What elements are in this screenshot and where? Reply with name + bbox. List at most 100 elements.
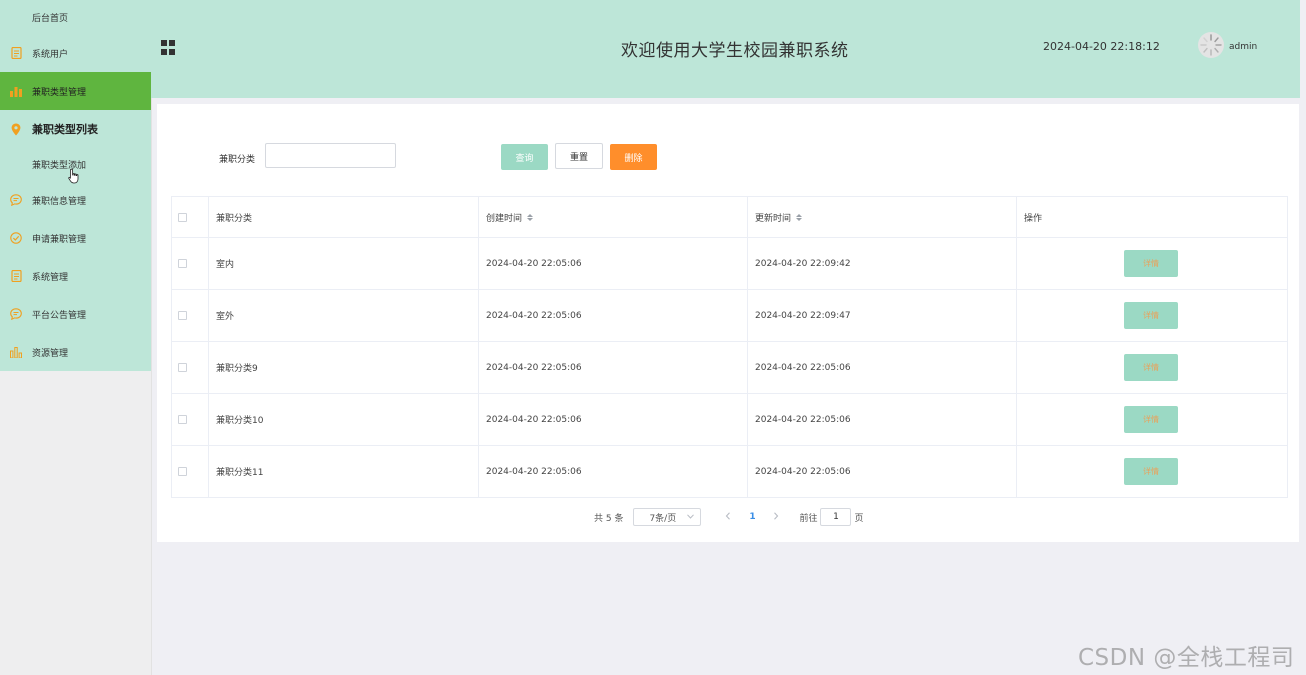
sidebar-item-label: 申请兼职管理 bbox=[32, 234, 87, 245]
current-datetime: 2024-04-20 22:18:12 bbox=[1043, 40, 1160, 53]
sidebar: 后台首页 系统用户 兼职类型管理 兼职类型列表 兼职类型添加 兼职信息管理 申请… bbox=[0, 0, 152, 675]
category-table: 兼职分类 创建时间 更新时间 操作 室内 2024-04-20 22:05:06… bbox=[171, 196, 1288, 498]
sidebar-item-home[interactable]: 后台首页 bbox=[0, 0, 151, 34]
document-icon bbox=[9, 269, 23, 283]
username[interactable]: admin bbox=[1229, 42, 1257, 52]
actions-cell: 详情 bbox=[1017, 342, 1287, 393]
goto-page-input[interactable]: 1 bbox=[820, 508, 852, 526]
category-cell: 室内 bbox=[209, 238, 479, 289]
sidebar-item-resource-management[interactable]: 资源管理 bbox=[0, 333, 151, 371]
sidebar-item-label: 平台公告管理 bbox=[32, 310, 87, 321]
row-checkbox[interactable] bbox=[178, 259, 187, 268]
column-header-actions: 操作 bbox=[1017, 197, 1287, 237]
search-label: 兼职分类 bbox=[219, 155, 256, 165]
main-panel: 兼职分类 查询 重置 删除 兼职分类 创建时间 更新时间 操作 室内 2024-… bbox=[157, 104, 1299, 542]
column-header-updated[interactable]: 更新时间 bbox=[748, 197, 1017, 237]
column-header-label: 创建时间 bbox=[486, 213, 523, 224]
detail-button[interactable]: 详情 bbox=[1124, 354, 1178, 381]
actions-cell: 详情 bbox=[1017, 238, 1287, 289]
page-size-select[interactable]: 7条/页 bbox=[633, 508, 702, 526]
select-all-checkbox[interactable] bbox=[178, 212, 187, 222]
column-header-category: 兼职分类 bbox=[209, 197, 479, 237]
location-pin-icon bbox=[9, 122, 23, 136]
table-row: 兼职分类11 2024-04-20 22:05:06 2024-04-20 22… bbox=[172, 446, 1287, 498]
table-row: 室内 2024-04-20 22:05:06 2024-04-20 22:09:… bbox=[172, 238, 1287, 290]
category-cell: 兼职分类9 bbox=[209, 342, 479, 393]
row-checkbox[interactable] bbox=[178, 467, 187, 476]
column-header-label: 兼职分类 bbox=[216, 213, 253, 224]
sidebar-item-apply-parttime-management[interactable]: 申请兼职管理 bbox=[0, 219, 151, 257]
column-header-label: 操作 bbox=[1024, 213, 1043, 224]
detail-button[interactable]: 详情 bbox=[1124, 250, 1178, 277]
row-checkbox-cell bbox=[172, 342, 209, 393]
check-circle-icon bbox=[9, 231, 23, 245]
actions-cell: 详情 bbox=[1017, 446, 1287, 497]
row-checkbox[interactable] bbox=[178, 311, 187, 320]
sidebar-item-label: 兼职类型管理 bbox=[32, 87, 87, 98]
actions-cell: 详情 bbox=[1017, 394, 1287, 445]
row-checkbox[interactable] bbox=[178, 363, 187, 372]
page-size-value: 7条/页 bbox=[649, 513, 677, 524]
chevron-down-icon bbox=[687, 512, 695, 522]
category-cell: 室外 bbox=[209, 290, 479, 341]
reset-button[interactable]: 重置 bbox=[555, 143, 603, 169]
bar-chart-icon bbox=[9, 345, 23, 359]
row-checkbox-cell bbox=[172, 446, 209, 497]
column-header-label: 更新时间 bbox=[755, 213, 792, 224]
created-cell: 2024-04-20 22:05:06 bbox=[479, 342, 748, 393]
pagination-total: 共 5 条 bbox=[594, 513, 624, 524]
sidebar-item-system-management[interactable]: 系统管理 bbox=[0, 257, 151, 295]
table-row: 兼职分类10 2024-04-20 22:05:06 2024-04-20 22… bbox=[172, 394, 1287, 446]
created-cell: 2024-04-20 22:05:06 bbox=[479, 290, 748, 341]
chat-icon bbox=[9, 307, 23, 321]
row-checkbox[interactable] bbox=[178, 415, 187, 424]
chat-icon bbox=[9, 193, 23, 207]
sort-icon[interactable] bbox=[796, 213, 803, 221]
prev-page-icon[interactable] bbox=[715, 511, 741, 523]
sidebar-item-parttime-type-management[interactable]: 兼职类型管理 bbox=[0, 72, 151, 110]
sort-icon[interactable] bbox=[527, 213, 534, 221]
bar-chart-icon bbox=[9, 84, 23, 98]
pagination: 共 5 条 7条/页 1 前往 1 页 bbox=[594, 508, 863, 526]
goto-suffix: 页 bbox=[854, 513, 864, 524]
page-number-current[interactable]: 1 bbox=[741, 512, 763, 522]
category-cell: 兼职分类10 bbox=[209, 394, 479, 445]
menu-grid-icon[interactable] bbox=[161, 40, 176, 55]
row-checkbox-cell bbox=[172, 238, 209, 289]
created-cell: 2024-04-20 22:05:06 bbox=[479, 238, 748, 289]
sidebar-item-label: 兼职类型列表 bbox=[32, 123, 98, 136]
row-checkbox-cell bbox=[172, 290, 209, 341]
delete-button[interactable]: 删除 bbox=[610, 144, 657, 170]
sidebar-item-parttime-type-list[interactable]: 兼职类型列表 bbox=[0, 110, 151, 148]
goto-prefix: 前往 bbox=[799, 513, 818, 524]
sidebar-item-label: 后台首页 bbox=[32, 13, 69, 24]
sidebar-item-label: 系统管理 bbox=[32, 272, 69, 283]
sidebar-item-label: 资源管理 bbox=[32, 348, 69, 359]
detail-button[interactable]: 详情 bbox=[1124, 302, 1178, 329]
table-row: 兼职分类9 2024-04-20 22:05:06 2024-04-20 22:… bbox=[172, 342, 1287, 394]
updated-cell: 2024-04-20 22:05:06 bbox=[748, 446, 1017, 497]
avatar[interactable] bbox=[1198, 32, 1224, 58]
sidebar-item-label: 兼职信息管理 bbox=[32, 196, 87, 207]
table-row: 室外 2024-04-20 22:05:06 2024-04-20 22:09:… bbox=[172, 290, 1287, 342]
detail-button[interactable]: 详情 bbox=[1124, 458, 1178, 485]
category-search-input[interactable] bbox=[265, 143, 396, 168]
page-title: 欢迎使用大学生校园兼职系统 bbox=[621, 41, 849, 61]
updated-cell: 2024-04-20 22:09:42 bbox=[748, 238, 1017, 289]
next-page-icon[interactable] bbox=[763, 511, 789, 523]
created-cell: 2024-04-20 22:05:06 bbox=[479, 394, 748, 445]
document-icon bbox=[9, 46, 23, 60]
sidebar-item-announcement-management[interactable]: 平台公告管理 bbox=[0, 295, 151, 333]
column-header-created[interactable]: 创建时间 bbox=[479, 197, 748, 237]
top-header: 欢迎使用大学生校园兼职系统 2024-04-20 22:18:12 admin bbox=[151, 0, 1300, 98]
sidebar-item-system-users[interactable]: 系统用户 bbox=[0, 34, 151, 72]
row-checkbox-cell bbox=[172, 394, 209, 445]
query-button[interactable]: 查询 bbox=[501, 144, 548, 170]
updated-cell: 2024-04-20 22:05:06 bbox=[748, 394, 1017, 445]
created-cell: 2024-04-20 22:05:06 bbox=[479, 446, 748, 497]
category-cell: 兼职分类11 bbox=[209, 446, 479, 497]
detail-button[interactable]: 详情 bbox=[1124, 406, 1178, 433]
actions-cell: 详情 bbox=[1017, 290, 1287, 341]
watermark: CSDN @全栈工程司 bbox=[1078, 645, 1295, 671]
hand-cursor-icon bbox=[68, 168, 80, 187]
